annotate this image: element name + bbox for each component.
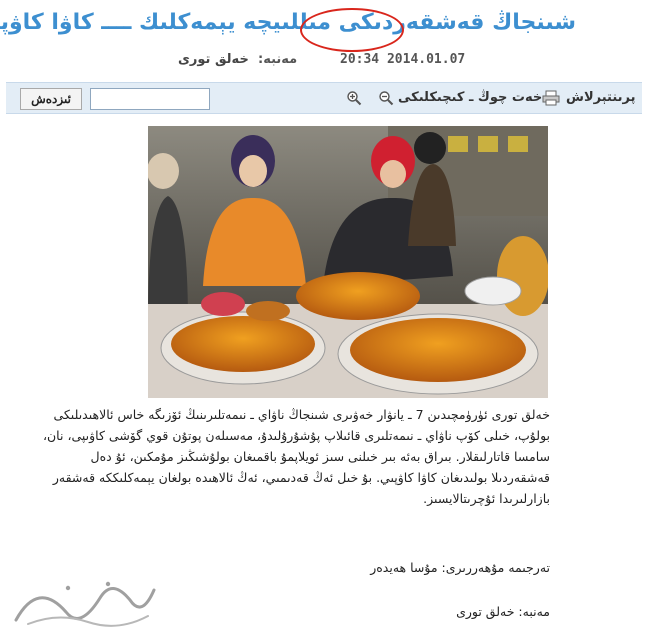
print-label[interactable]: پرىنتېرلاش [566,90,635,105]
search-button[interactable]: ئىزدەش [20,88,82,110]
search-input[interactable] [90,88,210,110]
watermark-logo [14,581,156,627]
meta-source-label: مەنبە: [258,52,298,67]
meta-date: 20:34 2014.01.07 [340,52,466,67]
zoom-in-icon[interactable] [346,90,362,106]
article-body: خەلق تورى ئۈرۈمچىدىن 7 ـ يانۋار خەۋىرى ش… [42,407,550,506]
article-meta: خەلق تورى مەنبە: 20:34 2014.01.07 [0,52,648,72]
footer-source: مەنبە: خەلق تورى [456,604,550,619]
translator-credit: تەرجىمە مۇھەررىرى: مۇسا ھەيدەر [370,560,550,575]
page-title: شىنجاڭ قەشقەردىكى مىللىيچە يېمەكلىك ــــ… [0,10,576,35]
meta-source: خەلق تورى [178,52,249,67]
title-highlight-circle [300,8,404,52]
zoom-out-icon[interactable] [378,90,394,106]
font-size-label[interactable]: خەت چوڭ ـ كىچىكلىكى [398,90,542,105]
title-row: شىنجاڭ قەشقەردىكى مىللىيچە يېمەكلىك ــــ… [0,6,648,52]
article-photo [148,126,548,398]
print-icon[interactable] [542,90,560,106]
article-toolbar: ئىزدەش خەت چوڭ ـ كىچىكلىكى پرىنتېرلاش [6,82,642,114]
photo-illustration [148,126,548,398]
